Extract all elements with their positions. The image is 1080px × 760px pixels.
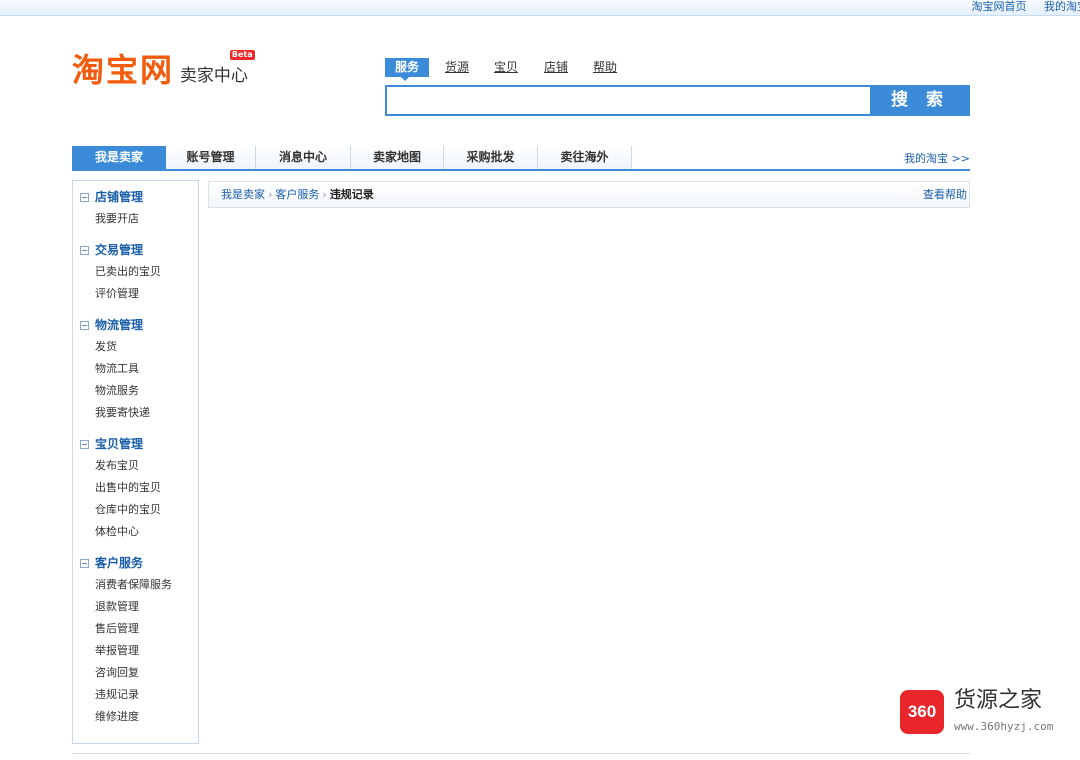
sidebar-group-title[interactable]: 店铺管理 [73,186,198,208]
sidebar-item-on-sale[interactable]: 出售中的宝贝 [73,477,198,499]
top-bar: 淘宝网首页 我的淘宝 [0,0,1080,16]
sidebar-item-protection[interactable]: 消费者保障服务 [73,574,198,596]
breadcrumb: 我是卖家 › 客户服务 › 违规记录 查看帮助 [208,181,970,208]
sidebar-item-reviews[interactable]: 评价管理 [73,283,198,305]
search-tab-help[interactable]: 帮助 [593,58,617,76]
top-links: 淘宝网首页 我的淘宝 [958,0,1080,14]
sidebar-item-logistics-tools[interactable]: 物流工具 [73,358,198,380]
sidebar-item-checkup[interactable]: 体检中心 [73,521,198,543]
logo-sub-text: 卖家中心 Beta [179,50,255,90]
sidebar-item-sold[interactable]: 已卖出的宝贝 [73,261,198,283]
sidebar-item-publish[interactable]: 发布宝贝 [73,455,198,477]
sidebar: 店铺管理 我要开店 交易管理 已卖出的宝贝 评价管理 物流管理 发货 物流工具 … [72,180,199,744]
search-tab-supply[interactable]: 货源 [445,58,469,76]
collapse-icon[interactable] [80,321,89,330]
breadcrumb-seller[interactable]: 我是卖家 [221,188,265,201]
sidebar-item-refunds[interactable]: 退款管理 [73,596,198,618]
sidebar-group-trade: 交易管理 已卖出的宝贝 评价管理 [73,230,198,305]
taobao-logo[interactable]: 淘宝网 卖家中心 Beta [72,50,255,94]
sidebar-item-after-sales[interactable]: 售后管理 [73,618,198,640]
sidebar-item-ship[interactable]: 发货 [73,336,198,358]
sidebar-group-logistics: 物流管理 发货 物流工具 物流服务 我要寄快递 [73,305,198,424]
collapse-icon[interactable] [80,246,89,255]
watermark-360-logo: 360 [900,690,944,734]
sidebar-group-title[interactable]: 宝贝管理 [73,433,198,455]
nav-account[interactable]: 账号管理 [166,146,256,169]
sidebar-item-violations[interactable]: 违规记录 [73,684,198,706]
search-tab-service[interactable]: 服务 [385,58,430,81]
sidebar-group-title[interactable]: 交易管理 [73,239,198,261]
sidebar-group-customer: 客户服务 消费者保障服务 退款管理 售后管理 举报管理 咨询回复 违规记录 维修… [73,543,198,728]
sidebar-group-items: 宝贝管理 发布宝贝 出售中的宝贝 仓库中的宝贝 体检中心 [73,424,198,543]
nav-seller-map[interactable]: 卖家地图 [351,146,444,169]
sidebar-item-reports[interactable]: 举报管理 [73,640,198,662]
group-title-text: 客户服务 [95,556,144,570]
search-area: 服务 货源 宝贝 店铺 帮助 搜 索 [385,58,970,116]
group-title-text: 物流管理 [95,318,144,332]
search-input[interactable] [385,85,870,116]
group-title-text: 交易管理 [95,243,144,257]
seller-center-label: 卖家中心 [179,66,248,86]
breadcrumb-separator-icon: › [322,188,327,201]
taobao-home-link[interactable]: 淘宝网首页 [972,0,1027,13]
search-row: 搜 索 [385,85,970,116]
sidebar-item-inquiries[interactable]: 咨询回复 [73,662,198,684]
search-tab-item[interactable]: 宝贝 [494,58,518,76]
search-button[interactable]: 搜 索 [870,85,970,116]
search-tab-shop[interactable]: 店铺 [544,58,568,76]
breadcrumb-customer-service[interactable]: 客户服务 [275,188,319,201]
sidebar-item-logistics-service[interactable]: 物流服务 [73,380,198,402]
sidebar-item-repair[interactable]: 维修进度 [73,706,198,728]
sidebar-item-express[interactable]: 我要寄快递 [73,402,198,424]
main-nav: 我是卖家 账号管理 消息中心 卖家地图 采购批发 卖往海外 我的淘宝 >> [72,146,970,171]
nav-messages[interactable]: 消息中心 [256,146,351,169]
footer-divider [72,753,970,754]
search-tabs: 服务 货源 宝贝 店铺 帮助 [385,58,970,81]
sidebar-group-title[interactable]: 客户服务 [73,552,198,574]
group-title-text: 店铺管理 [95,190,144,204]
collapse-icon[interactable] [80,559,89,568]
watermark: 360 货源之家 www.360hyzj.com [898,686,1080,742]
nav-seller[interactable]: 我是卖家 [72,146,166,169]
beta-badge: Beta [229,50,255,60]
collapse-icon[interactable] [80,193,89,202]
view-help-link[interactable]: 查看帮助 [923,182,967,207]
breadcrumb-current: 违规记录 [329,188,374,201]
nav-overseas[interactable]: 卖往海外 [538,146,632,169]
sidebar-group-title[interactable]: 物流管理 [73,314,198,336]
breadcrumb-separator-icon: › [268,188,273,201]
watermark-title: 货源之家 [954,688,1043,713]
nav-wholesale[interactable]: 采购批发 [444,146,538,169]
my-taobao-link[interactable]: 我的淘宝 >> [904,150,970,166]
sidebar-item-warehouse[interactable]: 仓库中的宝贝 [73,499,198,521]
sidebar-item-open-shop[interactable]: 我要开店 [73,208,198,230]
logo-main-text: 淘宝网 [72,51,175,89]
collapse-icon[interactable] [80,440,89,449]
watermark-url: www.360hyzj.com [954,720,1054,733]
group-title-text: 宝贝管理 [95,437,144,451]
sidebar-group-shop: 店铺管理 我要开店 [73,181,198,230]
my-taobao-top-link[interactable]: 我的淘宝 [1044,0,1080,13]
